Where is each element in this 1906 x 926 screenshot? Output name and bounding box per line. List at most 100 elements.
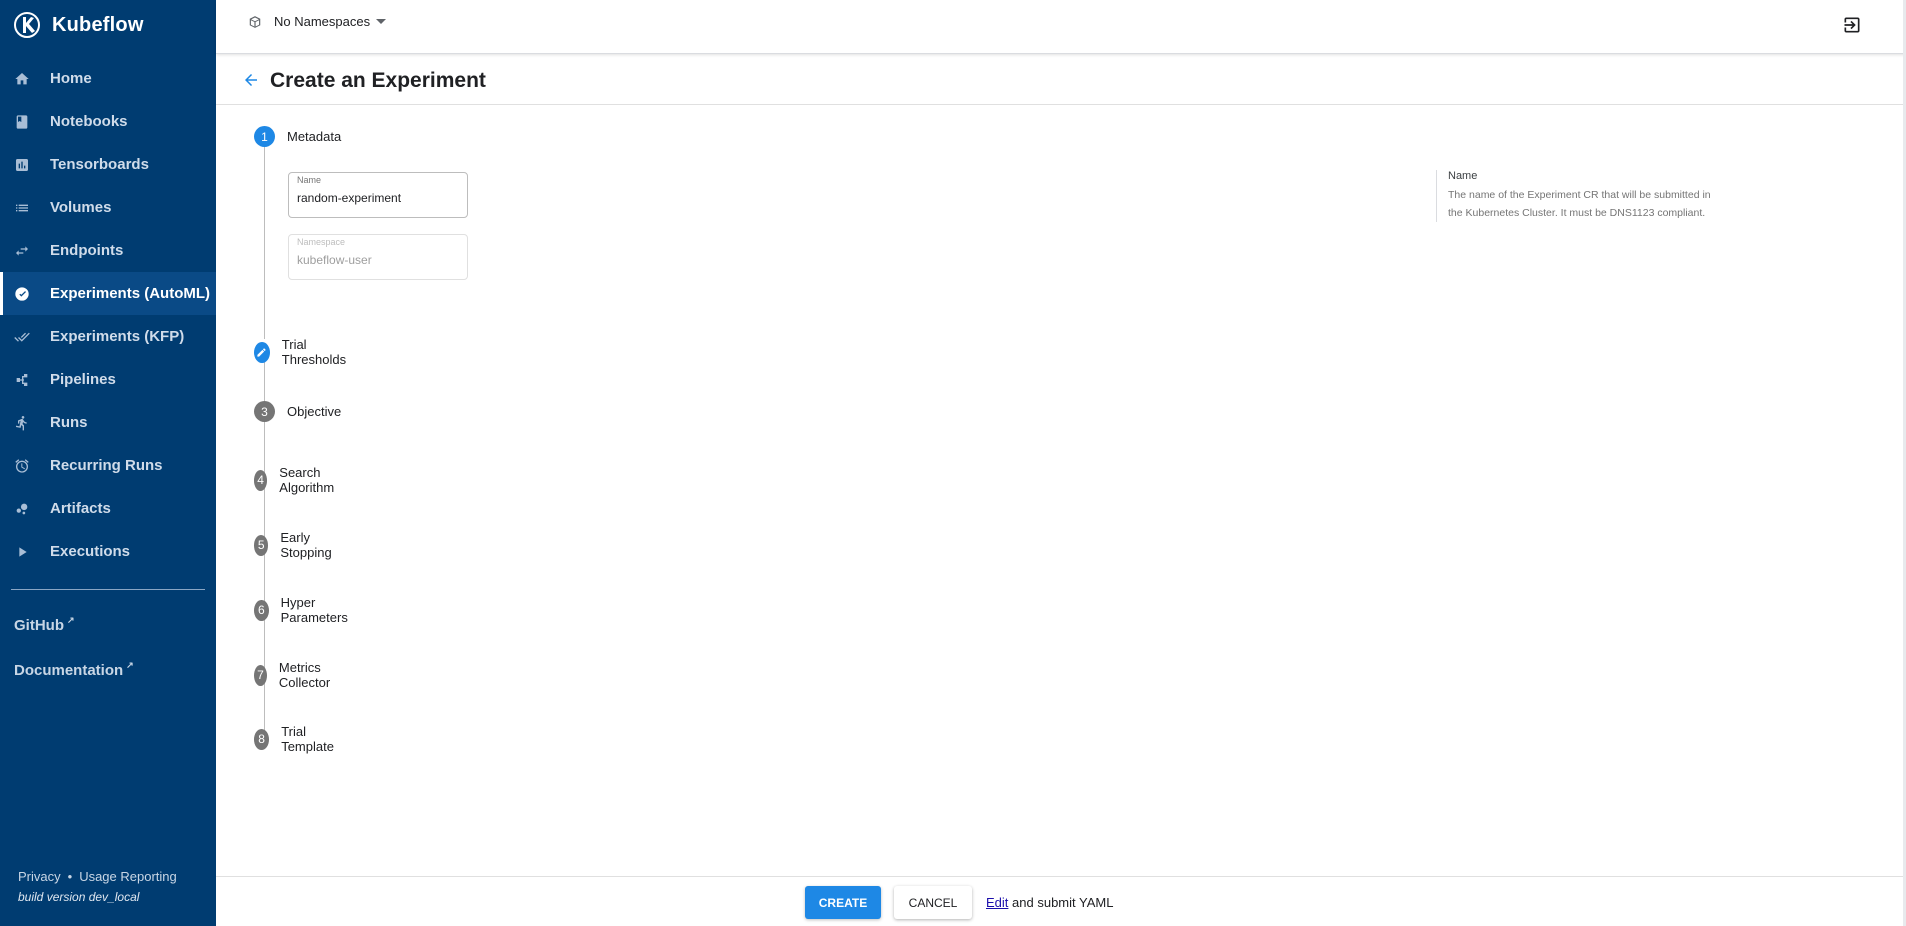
home-icon xyxy=(14,71,30,87)
documentation-link-label: Documentation xyxy=(14,662,124,679)
step-search-algorithm[interactable]: 4 Search Algorithm xyxy=(254,465,342,495)
step-metrics-collector[interactable]: 7 Metrics Collector xyxy=(254,660,338,690)
sidebar-item-label: Recurring Runs xyxy=(50,457,163,474)
pencil-icon xyxy=(257,347,267,357)
kubeflow-logo-icon xyxy=(14,12,40,38)
step-number-badge: 1 xyxy=(254,126,275,147)
github-link[interactable]: GitHub ↗ xyxy=(14,615,75,634)
edit-yaml-suffix: and submit YAML xyxy=(1012,895,1114,910)
page-title: Create an Experiment xyxy=(270,69,486,92)
top-bar: No Namespaces xyxy=(216,0,1906,54)
step-label: Search Algorithm xyxy=(279,465,335,495)
book-icon xyxy=(14,114,30,130)
logout-icon xyxy=(1844,17,1860,33)
footer-separator: • xyxy=(67,869,73,884)
sidebar-item-endpoints[interactable]: Endpoints xyxy=(0,229,216,272)
name-field[interactable]: Name xyxy=(288,172,468,218)
create-button[interactable]: CREATE xyxy=(805,886,881,919)
sidebar-item-volumes[interactable]: Volumes xyxy=(0,186,216,229)
step-label: Trial Thresholds xyxy=(281,337,347,367)
step-hyper-parameters[interactable]: 6 Hyper Parameters xyxy=(254,595,354,625)
sidebar-item-label: Home xyxy=(50,70,92,87)
help-text: The name of the Experiment CR that will … xyxy=(1448,189,1711,219)
field-help-panel: Name The name of the Experiment CR that … xyxy=(1436,170,1716,222)
runner-icon xyxy=(14,415,30,431)
namespace-label: No Namespaces xyxy=(274,14,371,29)
namespace-field-label: Namespace xyxy=(297,237,346,247)
documentation-link[interactable]: Documentation ↗ xyxy=(14,660,134,679)
sidebar-item-tensorboards[interactable]: Tensorboards xyxy=(0,143,216,186)
help-title: Name xyxy=(1448,170,1478,182)
sidebar-item-label: Volumes xyxy=(50,199,112,216)
step-connector xyxy=(264,147,265,339)
sidebar-item-runs[interactable]: Runs xyxy=(0,401,216,444)
privacy-link[interactable]: Privacy xyxy=(18,869,61,884)
name-input[interactable] xyxy=(297,191,457,205)
form-action-bar: CREATE CANCEL Edit and submit YAML xyxy=(216,876,1903,926)
list-icon xyxy=(14,200,30,216)
step-number-badge: 3 xyxy=(254,401,275,422)
chevron-down-icon xyxy=(376,19,387,24)
step-edit-badge xyxy=(254,341,270,363)
edit-yaml-link[interactable]: Edit xyxy=(986,895,1008,910)
step-early-stopping[interactable]: 5 Early Stopping xyxy=(254,530,338,560)
cancel-button[interactable]: CANCEL xyxy=(894,886,972,919)
step-trial-thresholds[interactable]: Trial Thresholds xyxy=(254,337,351,367)
sidebar-item-notebooks[interactable]: Notebooks xyxy=(0,100,216,143)
sidebar-item-label: Tensorboards xyxy=(50,156,149,173)
app-root: Kubeflow Home Notebooks Tensorboards Vol… xyxy=(0,0,1906,926)
sidebar-item-recurring-runs[interactable]: Recurring Runs xyxy=(0,444,216,487)
play-icon xyxy=(14,544,30,560)
page-header: Create an Experiment xyxy=(216,55,1903,105)
namespace-field: Namespace xyxy=(288,234,468,280)
step-metadata[interactable]: 1 Metadata xyxy=(254,126,341,147)
brand-name: Kubeflow xyxy=(52,13,144,36)
sidebar-item-label: Executions xyxy=(50,543,131,560)
sidebar-item-label: Pipelines xyxy=(50,371,116,388)
external-link-icon: ↗ xyxy=(67,615,75,625)
sidebar-item-pipelines[interactable]: Pipelines xyxy=(0,358,216,401)
step-label: Hyper Parameters xyxy=(280,595,348,625)
edit-yaml-prompt: Edit and submit YAML xyxy=(986,895,1113,910)
sidebar: Kubeflow Home Notebooks Tensorboards Vol… xyxy=(0,0,216,926)
sidebar-item-artifacts[interactable]: Artifacts xyxy=(0,487,216,530)
pipeline-icon xyxy=(14,372,30,388)
sidebar-footer-links: Privacy • Usage Reporting xyxy=(18,869,177,884)
step-label: Objective xyxy=(287,404,342,419)
sidebar-item-label: Experiments (AutoML) xyxy=(50,285,211,302)
sidebar-item-home[interactable]: Home xyxy=(0,57,216,100)
arrow-back-icon xyxy=(245,74,257,86)
step-label: Metadata xyxy=(287,129,342,144)
namespace-input xyxy=(297,253,457,267)
chart-icon xyxy=(14,157,30,173)
speed-icon xyxy=(14,286,30,302)
brand-logo[interactable]: Kubeflow xyxy=(14,10,144,40)
swap-icon xyxy=(14,243,30,259)
sidebar-item-experiments-automl[interactable]: Experiments (AutoML) xyxy=(0,272,216,315)
step-label: Metrics Collector xyxy=(278,660,331,690)
namespace-cube-icon xyxy=(249,15,261,28)
external-link-icon: ↗ xyxy=(126,660,134,670)
sidebar-item-label: Experiments (KFP) xyxy=(50,328,185,345)
namespace-selector[interactable]: No Namespaces xyxy=(248,14,387,29)
sidebar-item-experiments-kfp[interactable]: Experiments (KFP) xyxy=(0,315,216,358)
back-button[interactable] xyxy=(242,71,260,89)
sidebar-divider xyxy=(11,589,205,590)
step-label: Early Stopping xyxy=(280,530,332,560)
step-number-badge: 5 xyxy=(254,534,269,556)
sidebar-item-label: Runs xyxy=(50,414,88,431)
step-label: Trial Template xyxy=(281,724,334,754)
step-number-badge: 6 xyxy=(254,599,269,621)
step-number-badge: 8 xyxy=(254,728,270,750)
github-link-label: GitHub xyxy=(14,617,64,634)
step-number-badge: 4 xyxy=(254,469,268,491)
step-objective[interactable]: 3 Objective xyxy=(254,401,341,422)
alarm-icon xyxy=(14,458,30,474)
sidebar-item-executions[interactable]: Executions xyxy=(0,530,216,573)
step-number-badge: 7 xyxy=(254,664,267,686)
step-trial-template[interactable]: 8 Trial Template xyxy=(254,724,340,754)
sidebar-item-label: Artifacts xyxy=(50,500,111,517)
sidebar-nav: Home Notebooks Tensorboards Volumes Endp… xyxy=(0,57,216,573)
usage-reporting-link[interactable]: Usage Reporting xyxy=(79,869,177,884)
logout-button[interactable] xyxy=(1842,15,1862,35)
